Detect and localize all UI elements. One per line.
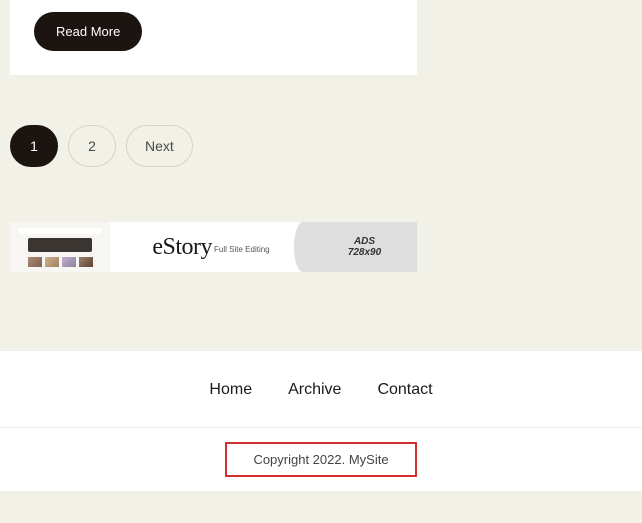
ad-size-label: ADS 728x90 <box>312 222 417 272</box>
footer-link-home[interactable]: Home <box>209 381 252 399</box>
post-card: Read More <box>10 0 417 75</box>
ad-logo-area: eStory Full Site Editing <box>110 222 312 272</box>
footer-link-archive[interactable]: Archive <box>288 381 341 399</box>
copyright-highlight-box: Copyright 2022. MySite <box>225 442 416 477</box>
footer-link-contact[interactable]: Contact <box>377 381 432 399</box>
footer-nav: Home Archive Contact <box>0 351 642 427</box>
ad-thumbnail <box>10 222 110 272</box>
ad-logo-text: eStory <box>152 234 212 261</box>
footer: Home Archive Contact Copyright 2022. MyS… <box>0 350 642 491</box>
copyright-text: Copyright 2022. MySite <box>253 452 388 467</box>
ad-banner[interactable]: eStory Full Site Editing ADS 728x90 <box>10 222 417 272</box>
read-more-button[interactable]: Read More <box>34 12 142 51</box>
copyright-wrapper: Copyright 2022. MySite <box>0 428 642 491</box>
page-1-button[interactable]: 1 <box>10 125 58 167</box>
page-2-button[interactable]: 2 <box>68 125 116 167</box>
ad-dimensions: 728x90 <box>348 247 381 258</box>
page-next-button[interactable]: Next <box>126 125 193 167</box>
ad-tagline: Full Site Editing <box>214 245 270 254</box>
ad-label: ADS <box>354 236 375 247</box>
pagination: 1 2 Next <box>10 125 632 167</box>
